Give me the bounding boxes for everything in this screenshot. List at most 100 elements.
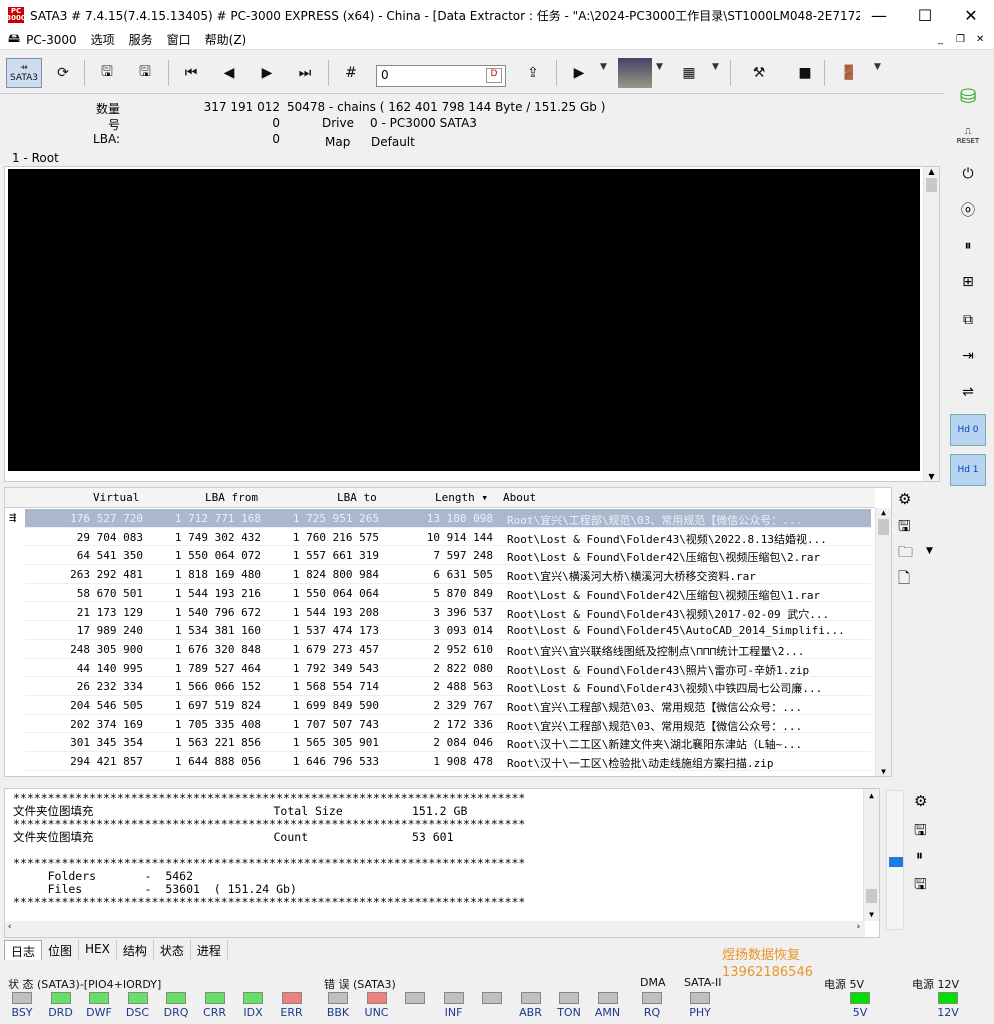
log-settings-icon[interactable]: ⚙ [914,792,927,810]
image-view-icon[interactable] [618,58,652,88]
prev-icon[interactable]: ◀ [214,58,244,88]
table-row[interactable]: 248 305 900 1 676 320 848 1 679 273 457 2 9… [25,640,871,659]
menu-options[interactable]: 选项 [91,31,115,48]
table-row[interactable]: 29 704 083 1 749 302 432 1 760 216 575 10 9… [25,528,871,547]
menu-window[interactable]: 窗口 [167,31,191,48]
table-row[interactable]: 26 232 334 1 566 066 152 1 568 554 714 2 48… [25,677,871,696]
goto-lba-icon[interactable]: # [336,58,366,88]
table-row[interactable]: 202 374 169 1 705 335 408 1 707 507 743 2 1… [25,715,871,734]
tab-process[interactable]: 进程 [191,940,228,960]
table-row[interactable]: 44 140 995 1 789 527 464 1 792 349 543 2 82… [25,659,871,678]
title-bar: PC 3000 SATA3 # 7.4.15(7.4.15.13405) # PC… [0,0,994,30]
play-dropdown-icon[interactable]: ▼ [600,62,607,72]
counter-icon[interactable]: ⓞ [950,194,986,226]
hd1-button[interactable]: Hd 1 [950,454,986,486]
folder-icon[interactable]: 🗀 [898,542,913,567]
menu-app[interactable]: PC-3000 [26,33,76,47]
database-icon[interactable]: ⛁ [950,80,986,112]
lba-input[interactable]: 0 D [376,65,506,87]
table-header: Virtual LBA from LBA to Length ▾ About [5,488,875,508]
tools-icon[interactable]: ⚒ [744,58,774,88]
power-icon[interactable]: ⏻ [950,158,986,190]
tab-status[interactable]: 状态 [154,940,191,960]
log-slider[interactable] [886,790,904,930]
minimize-button[interactable]: — [856,0,902,30]
error-group-label: 错 误 (SATA3) [324,978,396,991]
table-row[interactable]: 294 421 857 1 644 888 056 1 646 796 533 1 9… [25,752,871,771]
table-cell: 1 725 951 265 [292,512,379,525]
log-save-icon[interactable]: 🖫 [914,820,927,845]
table-cell: 1 644 888 056 [174,755,261,769]
table-cell: 248 305 900 [70,642,143,656]
table-row[interactable]: 21 173 129 1 540 796 672 1 544 193 208 3 39… [25,603,871,622]
right-toolbar: ⛁ ⎍ RESET ⏻ ⓞ ⏸ ⊞ ⧉ ⇥ ⇌ Hd 0 Hd 1 [946,76,992,496]
sector-grid[interactable] [8,169,920,471]
col-virtual[interactable]: Virtual [93,491,139,504]
tab-hex[interactable]: HEX [79,940,117,960]
exit-dropdown-icon[interactable]: ▼ [874,62,881,72]
col-length[interactable]: Length ▾ [435,491,488,504]
log-vscroll[interactable]: ▲ ▼ [863,789,879,921]
pause-icon[interactable]: ⏸ [950,230,986,262]
status-led [443,992,464,1004]
sector-icon[interactable]: ⊞ [950,266,986,298]
mdi-close-icon[interactable]: ✕ [976,34,984,45]
table-cell: 1 792 349 543 [292,661,379,675]
status-led-label: ABR [519,1006,542,1019]
menu-help[interactable]: 帮助(Z) [205,31,247,48]
tab-structure[interactable]: 结构 [117,940,154,960]
hd0-button[interactable]: Hd 0 [950,414,986,446]
copy-icon[interactable]: ⧉ [950,304,986,336]
play-icon[interactable]: ▶ [564,58,594,88]
table-row[interactable]: 17 989 240 1 534 381 160 1 537 474 173 3 09… [25,621,871,640]
table-row[interactable]: 301 345 354 1 563 221 856 1 565 305 901 2 0… [25,733,871,753]
table-cell: 176 527 720 [70,512,143,525]
folder-dropdown-icon[interactable]: ▼ [926,546,933,556]
first-icon[interactable]: ⏮ [176,58,206,88]
table-row[interactable]: 58 670 501 1 544 193 216 1 550 064 064 5 87… [25,584,871,603]
connect-icon[interactable]: ⇥ [950,340,986,372]
table-row[interactable]: 64 541 350 1 550 064 072 1 557 661 319 7 59… [25,546,871,566]
col-lba-from[interactable]: LBA from [205,491,258,504]
col-lba-to[interactable]: LBA to [337,491,377,504]
save-map-icon[interactable]: 🖫 [92,58,122,88]
close-button[interactable]: ✕ [948,0,994,30]
table-row[interactable]: 176 527 720 1 712 771 168 1 725 951 265 13 … [25,509,871,528]
mdi-restore-icon[interactable]: ❐ [956,34,965,45]
next-icon[interactable]: ▶ [252,58,282,88]
image-dropdown-icon[interactable]: ▼ [656,62,663,72]
status-led-label: BSY [11,1006,33,1019]
table-row[interactable]: 263 292 481 1 818 169 480 1 824 800 984 6 6… [25,565,871,584]
log-export-icon[interactable]: 🖫 [914,874,927,899]
save-icon[interactable]: 🖫 [898,516,911,541]
mdi-minimize-icon[interactable]: _ [938,34,943,45]
input-mode-icon[interactable]: D [486,68,502,83]
sata-port-button[interactable]: ⇸ SATA3 [6,58,42,88]
table-row[interactable]: 204 546 505 1 697 519 824 1 699 849 590 2 3… [25,696,871,715]
save-map2-icon[interactable]: 🖫 [130,58,160,88]
document-icon[interactable]: 🗋 [898,568,910,593]
export-icon[interactable]: ⇪ [518,58,548,88]
reset-icon[interactable]: ⎍ RESET [950,120,986,152]
num-value: 0 [272,116,280,130]
table-cell: 2 822 080 [433,661,493,675]
menu-service[interactable]: 服务 [129,31,153,48]
last-icon[interactable]: ⏭ [290,58,320,88]
grid-view-icon[interactable]: ▦ [674,58,704,88]
exit-icon[interactable]: 🚪 [834,58,864,88]
refresh-icon[interactable]: ⟳ [48,58,78,88]
stop-icon[interactable]: ■ [790,58,820,88]
log-pause-icon[interactable]: ⏸ [916,848,923,864]
table-cell: Root\宜兴\宜兴联络线图纸及控制点\⊓⊓⊓统计工程量\2... [507,644,805,658]
col-about[interactable]: About [503,491,536,504]
status-group-label: 状 态 (SATA3)-[PIO4+IORDY] [8,978,162,991]
settings-icon[interactable]: ⚙ [898,490,911,508]
map-scrollbar[interactable]: ▲ ▼ [923,167,939,481]
tab-log[interactable]: 日志 [4,940,43,960]
tab-bitmap[interactable]: 位图 [42,940,80,960]
maximize-button[interactable]: ☐ [902,0,948,30]
table-scrollbar[interactable]: ▲ ▼ [875,508,891,776]
cable-icon[interactable]: ⇌ [950,376,986,408]
grid-dropdown-icon[interactable]: ▼ [712,62,719,72]
log-hscroll[interactable]: ‹ › [5,921,865,937]
